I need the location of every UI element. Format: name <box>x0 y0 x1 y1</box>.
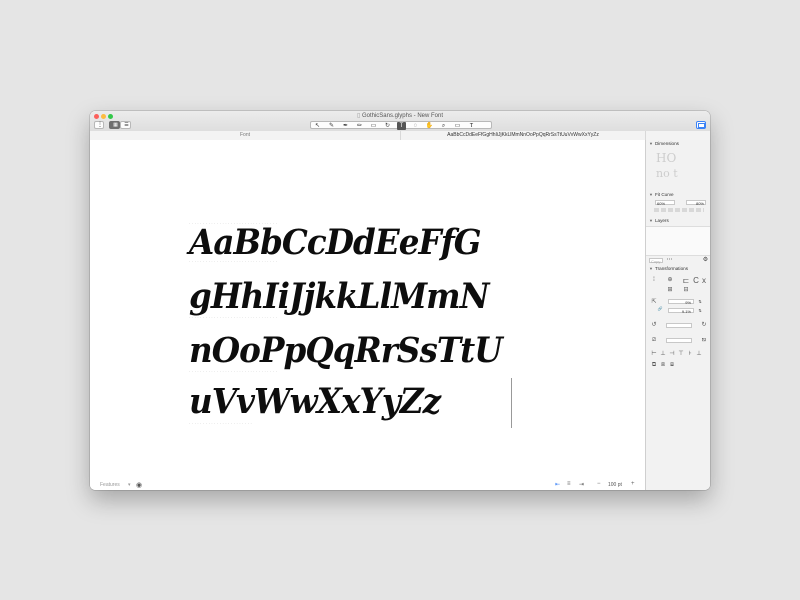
more-options-icon[interactable]: ⋯ <box>666 257 673 264</box>
metrics-row: · · · · · · · · · · · · · · · · · · · · … <box>189 370 278 374</box>
collapse-triangle-icon: ▼ <box>649 266 653 271</box>
transformations-label: Transformations <box>654 266 688 271</box>
dimensions-preview-ho: HO <box>656 151 677 165</box>
window-title: ▯ GothicSans.glyphs - New Font <box>90 112 710 119</box>
fit-curve-swatches <box>654 208 704 212</box>
dimensions-header[interactable]: ▼ Dimensions <box>649 141 679 147</box>
toolbar: ⋮ ▦ ☰ ↖ ✎ ✒ ✏ ▭ ↻ T ◌ ✋ ⌕ ▭ Ⲧ <box>90 120 710 131</box>
center-origin-icon[interactable]: ⊕ <box>666 277 674 284</box>
metrics-row: · · · · · · · · · · · · · · · · · · · · … <box>189 422 252 426</box>
layers-label: Layers <box>654 218 669 223</box>
glyph-line[interactable]: uVvWwXxYyZz <box>189 384 441 420</box>
fit-curve-label: Fit Curve <box>654 192 674 197</box>
measure-tool-icon[interactable]: ▭ <box>453 122 462 130</box>
dimensions-preview-no: no t <box>656 167 678 180</box>
list-view-icon: ☰ <box>124 122 129 128</box>
grid-view-button[interactable]: ▦ <box>109 121 120 129</box>
dimensions-preview: HO no t <box>656 151 696 189</box>
slant-field[interactable] <box>666 338 692 343</box>
select-tool-icon[interactable]: ↖ <box>313 122 322 130</box>
boolean-union-icon[interactable]: ⧉ <box>650 362 658 369</box>
edit-canvas[interactable]: · · · · · · · · · · · · · · · · · · · · … <box>90 140 645 480</box>
zoom-value[interactable]: 100 pt <box>608 482 622 488</box>
layers-header[interactable]: ▼ Layers <box>649 218 669 224</box>
tool-palette: ↖ ✎ ✒ ✏ ▭ ↻ T ◌ ✋ ⌕ ▭ Ⲧ <box>310 121 492 130</box>
grid-origin-icon[interactable]: ⁞ <box>650 277 658 284</box>
collapse-triangle-icon: ▼ <box>649 141 653 146</box>
text-cursor <box>511 378 512 428</box>
rotate-field[interactable] <box>666 323 692 328</box>
align-right-icon[interactable]: ⊣ <box>668 351 676 358</box>
text-tool-icon[interactable]: T <box>397 122 406 130</box>
scale-y-field[interactable]: 9.1% <box>668 308 694 314</box>
align-center-icon[interactable]: ≡ <box>567 481 571 487</box>
boolean-intersect-icon[interactable]: ⧇ <box>668 362 676 369</box>
sidebar-toggle-icon <box>698 123 705 128</box>
fit-curve-header[interactable]: ▼ Fit Curve <box>649 192 674 198</box>
rotate-tool-icon[interactable]: ↻ <box>383 122 392 130</box>
preview-eye-icon[interactable]: ◉ <box>136 481 142 489</box>
mirror-text-icon[interactable]: C <box>692 277 700 285</box>
align-right-icon[interactable]: ⇥ <box>579 481 584 488</box>
align-left-icon[interactable]: ⇤ <box>555 481 560 488</box>
rotate-cw-icon[interactable]: ↻ <box>700 322 708 329</box>
collapse-triangle-icon: ▼ <box>649 218 653 223</box>
mirror-horizontal-icon[interactable]: ⊏ <box>682 277 690 285</box>
align-top-icon[interactable]: ⊤ <box>677 351 685 358</box>
tab-text[interactable]: AaBbCcDdEeFfGgHhIiJjKkLlMmNnOoPpQqRrSsTt… <box>400 131 645 140</box>
scale-x-stepper-icon[interactable]: ⇅ <box>696 298 704 305</box>
scale-y-stepper-icon[interactable]: ⇅ <box>696 307 704 314</box>
bottom-bar: Features ▾ ◉ ⇤ ≡ ⇥ − 100 pt + <box>90 480 645 490</box>
shape-tool-icon[interactable]: ▭ <box>369 122 378 130</box>
layers-list[interactable] <box>646 226 710 256</box>
glyph-line[interactable]: nOoPpQqRrSsTtU <box>189 333 503 369</box>
dimensions-label: Dimensions <box>654 141 679 146</box>
collapse-triangle-icon: ▼ <box>649 192 653 197</box>
align-hcenter-icon[interactable]: ⊥ <box>659 351 667 358</box>
transformations-header[interactable]: ▼ Transformations <box>649 266 688 272</box>
align-grid-icon[interactable]: ⊟ <box>682 287 690 294</box>
align-bottom-icon[interactable]: ⊥ <box>695 351 703 358</box>
inspector-panel: ▼ Dimensions HO no t ▼ Fit Curve 60% 80% ▼… <box>645 140 710 490</box>
metrics-row: · · · · · · · · · · · · · · · · · · · · … <box>189 260 278 264</box>
info-button[interactable]: ⋮ <box>94 121 104 129</box>
text-insert-tool-icon[interactable]: Ⲧ <box>467 122 476 130</box>
glyph-line[interactable]: gHhIiJjkkLlMmN <box>189 279 489 315</box>
fit-curve-max-field[interactable]: 80% <box>686 200 706 206</box>
info-icon: ⋮ <box>97 122 103 128</box>
glyph-line[interactable]: AaBbCcDdEeFfG <box>189 225 482 261</box>
fit-curve-min-field[interactable]: 60% <box>655 200 675 206</box>
annotation-tool-icon[interactable]: ◌ <box>411 122 420 130</box>
scale-x-field[interactable]: 9% <box>668 299 694 305</box>
align-vcenter-icon[interactable]: ⊦ <box>686 351 694 358</box>
align-left-icon[interactable]: ⊢ <box>650 351 658 358</box>
font-window: ▯ GothicSans.glyphs - New Font ⋮ ▦ ☰ ↖ ✎… <box>90 111 710 490</box>
boolean-subtract-icon[interactable]: ⧈ <box>659 362 667 369</box>
slant-right-icon[interactable]: ⧅ <box>700 337 708 344</box>
zoom-in-button[interactable]: + <box>631 481 635 487</box>
pen-tool-icon[interactable]: ✒ <box>341 122 350 130</box>
hand-tool-icon[interactable]: ✋ <box>425 122 434 130</box>
sidebar-toggle-button[interactable] <box>696 121 706 129</box>
features-dropdown-icon[interactable]: ▾ <box>128 482 131 488</box>
flip-icon[interactable]: x <box>700 277 708 285</box>
tab-bar-spacer <box>645 131 710 140</box>
pencil-tool-icon[interactable]: ✏ <box>355 122 364 130</box>
list-view-button[interactable]: ☰ <box>120 121 131 129</box>
zoom-tool-icon[interactable]: ⌕ <box>439 122 448 130</box>
zoom-out-button[interactable]: − <box>597 481 601 487</box>
settings-gear-icon[interactable]: ⚙ <box>702 257 709 264</box>
tab-font[interactable]: Font <box>90 131 400 140</box>
lock-ratio-icon[interactable]: 🔗 <box>656 305 664 312</box>
draw-tool-icon[interactable]: ✎ <box>327 122 336 130</box>
metrics-row: · · · · · · · · · · · · · · · · · · · · … <box>189 316 278 320</box>
slant-left-icon[interactable]: ⧄ <box>650 337 658 344</box>
window-title-text: GothicSans.glyphs - New Font <box>361 113 443 119</box>
rotate-ccw-icon[interactable]: ↺ <box>650 322 658 329</box>
features-label[interactable]: Features <box>100 482 120 488</box>
copy-button[interactable]: Copy <box>649 258 663 264</box>
align-center-icon[interactable]: ⊞ <box>666 287 674 294</box>
